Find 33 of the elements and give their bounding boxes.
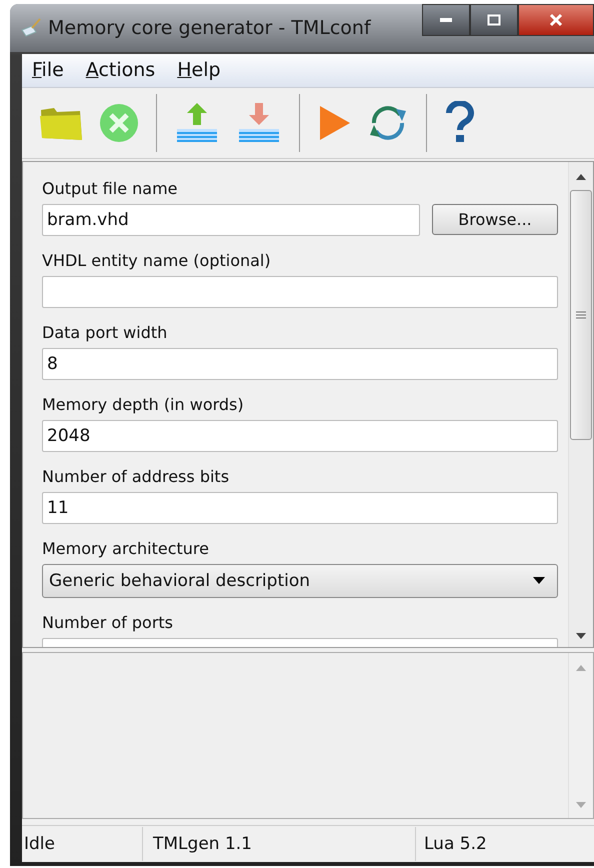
text-field[interactable]: 11 xyxy=(42,492,558,524)
caret-icon xyxy=(533,577,545,584)
status-text: Idle xyxy=(22,827,143,862)
maximize-button[interactable] xyxy=(470,4,518,36)
dropdown[interactable]: Generic behavioral description xyxy=(42,564,558,598)
field-label: Output file name xyxy=(42,178,178,200)
status-text: TMLgen 1.1 xyxy=(143,827,416,862)
close-icon xyxy=(548,13,564,27)
field-label: VHDL entity name (optional) xyxy=(42,250,272,272)
scroll-up-icon[interactable] xyxy=(576,174,586,180)
text-field[interactable] xyxy=(42,276,558,308)
field-label: Number of ports xyxy=(42,612,174,634)
field-label: Number of address bits xyxy=(42,466,230,488)
field-label: Data port width xyxy=(42,322,168,344)
browse-button[interactable]: Browse... xyxy=(432,204,558,235)
maximize-icon xyxy=(487,14,501,26)
minimize-icon xyxy=(439,17,453,23)
menu-item[interactable]: File xyxy=(32,59,64,82)
field-label: Memory architecture xyxy=(42,538,210,560)
text-field[interactable]: 2048 xyxy=(42,420,558,452)
grip-icon xyxy=(576,310,586,319)
menu-item[interactable]: Actions xyxy=(86,59,156,82)
close-button[interactable] xyxy=(518,4,594,36)
brush-icon xyxy=(20,18,42,38)
field-label: Memory depth (in words) xyxy=(42,394,245,416)
scroll-down-icon[interactable] xyxy=(576,632,586,639)
window-title: Memory core generator - TMLconf xyxy=(48,17,371,39)
text-field[interactable]: 8 xyxy=(42,348,558,380)
menu-item[interactable]: Help xyxy=(177,59,221,82)
minimize-button[interactable] xyxy=(422,4,470,36)
scroll-thumb[interactable] xyxy=(570,190,592,440)
text-field[interactable]: bram.vhd xyxy=(42,204,420,236)
status-text: Lua 5.2 xyxy=(423,833,487,856)
